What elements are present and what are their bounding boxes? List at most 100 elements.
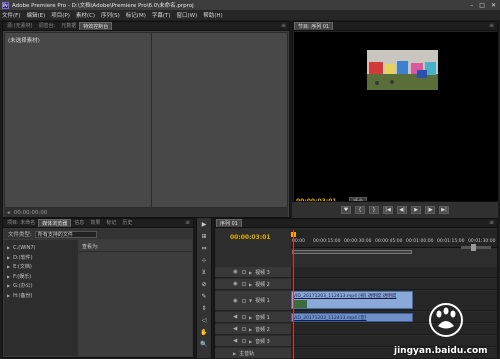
track-header-audio-1[interactable]: ◀ ▶ 音频 1 <box>215 312 291 323</box>
menu-title[interactable]: 字幕(T) <box>152 11 171 19</box>
lock-icon[interactable] <box>242 270 246 274</box>
step-forward-button[interactable]: |▶ <box>425 206 435 214</box>
lock-icon[interactable] <box>242 298 246 303</box>
tab-markers[interactable]: 标记 <box>103 219 119 227</box>
go-to-in-button[interactable]: |◀ <box>383 206 393 214</box>
expand-triangle-icon[interactable]: ▶ <box>7 274 10 279</box>
track-select-tool[interactable]: ⊞ <box>198 232 210 241</box>
menu-help[interactable]: 帮助(H) <box>203 11 222 19</box>
eye-icon[interactable]: ◉ <box>233 298 239 304</box>
track-header-audio-3[interactable]: ◀ ▶ 音频 3 <box>215 336 291 347</box>
selection-tool[interactable]: ▶ <box>198 220 210 229</box>
tab-audio-mixer[interactable]: 调音台: <box>36 22 59 30</box>
zoom-slider-knob[interactable] <box>471 244 476 251</box>
expand-triangle-icon[interactable]: ▶ <box>7 245 10 250</box>
file-view-pane[interactable]: 查看为: <box>79 240 192 356</box>
eye-icon[interactable]: ◉ <box>233 281 239 287</box>
menu-file[interactable]: 文件(F) <box>2 11 20 19</box>
lock-icon[interactable] <box>242 327 246 331</box>
expand-triangle-icon[interactable]: ▶ <box>7 293 10 298</box>
track-lane-video-2[interactable] <box>291 279 497 290</box>
rate-stretch-tool[interactable]: ⊻ <box>198 268 210 277</box>
ripple-edit-tool[interactable]: ⇔ <box>198 244 210 253</box>
tab-effect-controls[interactable]: 特效控制台 <box>79 22 113 30</box>
razor-tool[interactable]: ⊘ <box>198 280 210 289</box>
tab-program[interactable]: 节目: 序列 01 <box>294 22 334 30</box>
track-header-audio-2[interactable]: ◀ ▶ 音频 2 <box>215 324 291 335</box>
tab-info[interactable]: 信息 <box>71 219 87 227</box>
expand-triangle-icon[interactable]: ▶ <box>249 327 252 332</box>
track-lane-video-3[interactable] <box>291 267 497 278</box>
tab-metadata[interactable]: 元数据 <box>58 22 79 30</box>
rolling-edit-tool[interactable]: ⊹ <box>198 256 210 265</box>
work-area-bar[interactable] <box>292 250 412 254</box>
expand-triangle-icon[interactable]: ▶ <box>249 282 252 287</box>
expand-triangle-icon[interactable]: ▼ <box>249 298 252 303</box>
ruler-label: 00:00:45:00 <box>375 239 403 244</box>
drive-item[interactable]: ▶ H:(备份) <box>4 291 78 301</box>
pen-tool[interactable]: ✎ <box>198 292 210 301</box>
menu-window[interactable]: 窗口(W) <box>177 11 198 19</box>
menu-clip[interactable]: 素材(C) <box>76 11 95 19</box>
tab-source[interactable]: 源:(无素材) <box>4 22 36 30</box>
minimize-button[interactable]: – <box>470 2 473 9</box>
drive-label: E:(文档) <box>13 264 32 271</box>
slip-tool[interactable]: ⇕ <box>198 304 210 313</box>
menu-edit[interactable]: 编辑(E) <box>26 11 45 19</box>
expand-triangle-icon[interactable]: ▶ <box>7 255 10 260</box>
mark-in-button[interactable]: { <box>355 206 365 214</box>
expand-triangle-icon[interactable]: ▶ <box>249 339 252 344</box>
tab-effects[interactable]: 效果 <box>87 219 103 227</box>
lock-icon[interactable] <box>242 339 246 343</box>
column-divider[interactable] <box>151 33 152 207</box>
go-to-out-button[interactable]: ▶| <box>439 206 449 214</box>
panel-menu-icon[interactable]: ≡ <box>489 22 497 30</box>
tab-history[interactable]: 历史 <box>119 219 135 227</box>
zoom-slider[interactable] <box>461 244 491 251</box>
menu-marker[interactable]: 标记(M) <box>126 11 146 19</box>
program-video-display[interactable]: 00:00:03:01 适合 <box>294 32 498 206</box>
add-marker-button[interactable]: ♥ <box>341 206 351 214</box>
close-button[interactable]: ✕ <box>491 2 496 9</box>
title-bar: Pr Adobe Premiere Pro - D:\文档\Adobe\Prem… <box>0 0 500 10</box>
expand-triangle-icon[interactable]: ▶ <box>233 351 236 356</box>
track-header-video-3[interactable]: ◉ ▶ 视频 3 <box>215 267 291 278</box>
track-header-master[interactable]: ▶ 主音轨 <box>215 348 291 359</box>
track-header-video-1[interactable]: ◉ ▼ 视频 1 <box>215 291 291 311</box>
drive-item[interactable]: ▶ C:(WIN7) <box>4 243 78 253</box>
track-header-video-2[interactable]: ◉ ▶ 视频 2 <box>215 279 291 290</box>
hand-tool[interactable]: ✋ <box>198 328 210 337</box>
expand-triangle-icon[interactable]: ▶ <box>7 264 10 269</box>
drive-item[interactable]: ▶ G:(办公) <box>4 281 78 291</box>
step-back-button[interactable]: ◀| <box>397 206 407 214</box>
lock-icon[interactable] <box>242 282 246 286</box>
tab-project[interactable]: 项目: 未命名 <box>4 219 38 227</box>
eye-icon[interactable]: ◉ <box>233 269 239 275</box>
speaker-icon[interactable]: ◀ <box>233 326 239 332</box>
tab-sequence[interactable]: 序列 01 <box>216 219 242 227</box>
panel-menu-icon[interactable]: ≡ <box>489 219 497 227</box>
maximize-button[interactable]: □ <box>479 2 485 9</box>
sequence-timecode[interactable]: 00:00:03:01 <box>230 234 271 241</box>
tab-media-browser[interactable]: 媒体浏览器 <box>38 219 72 227</box>
file-type-select[interactable]: 所有支持的文件 <box>34 230 97 238</box>
slide-tool[interactable]: ◁ <box>198 316 210 325</box>
drive-item[interactable]: ▶ E:(文档) <box>4 262 78 272</box>
clip-thumbnail-image <box>293 300 307 308</box>
play-button[interactable]: ▶ <box>411 206 421 214</box>
speaker-icon[interactable]: ◀ <box>233 338 239 344</box>
menu-sequence[interactable]: 序列(S) <box>101 11 120 19</box>
expand-triangle-icon[interactable]: ▶ <box>249 315 252 320</box>
expand-triangle-icon[interactable]: ▶ <box>7 283 10 288</box>
mark-out-button[interactable]: } <box>369 206 379 214</box>
zoom-tool[interactable]: 🔍 <box>198 340 210 349</box>
expand-triangle-icon[interactable]: ▶ <box>249 270 252 275</box>
speaker-icon[interactable]: ◀ <box>233 314 239 320</box>
panel-menu-icon[interactable]: ≡ <box>185 219 193 227</box>
drive-item[interactable]: ▶ D:(软件) <box>4 253 78 263</box>
timeline-ruler[interactable]: 00:00 00:00:15:00 00:00:30:00 00:00:45:0… <box>291 230 497 254</box>
drive-item[interactable]: ▶ F:(娱乐) <box>4 272 78 282</box>
panel-menu-icon[interactable]: ≡ <box>281 22 289 30</box>
menu-project[interactable]: 项目(P) <box>51 11 70 19</box>
lock-icon[interactable] <box>242 315 246 319</box>
